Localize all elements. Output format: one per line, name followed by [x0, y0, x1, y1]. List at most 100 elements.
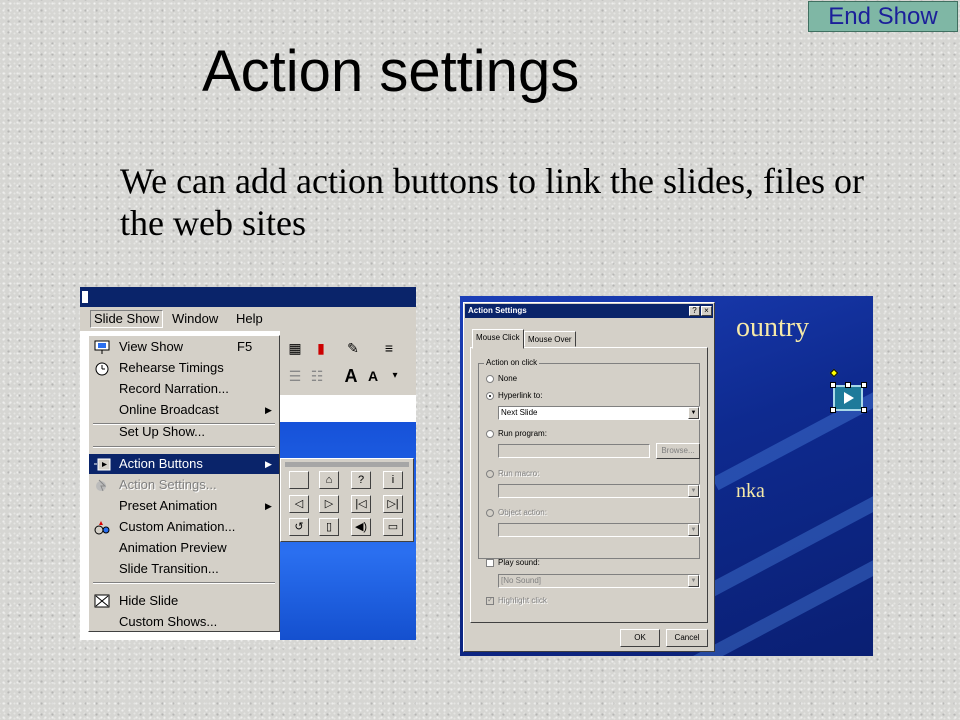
radio-object-action[interactable]: [486, 509, 494, 517]
menu-help[interactable]: Help: [236, 311, 263, 326]
action-button-end-icon[interactable]: ▷|: [383, 495, 403, 513]
increase-font-icon[interactable]: A: [340, 365, 362, 387]
slide-title: Action settings: [202, 39, 580, 104]
adjust-handle[interactable]: [829, 368, 839, 378]
numbering-icon[interactable]: ☰: [284, 365, 306, 387]
action-settings-screenshot: ountry nka Action Settings ? × Mouse Cli…: [460, 296, 873, 656]
line-spacing-icon[interactable]: ≡: [378, 337, 400, 359]
play-sound-label: Play sound:: [498, 558, 540, 567]
action-buttons-submenu: ⌂ ? i ◁ ▷ |◁ ▷| ↺ ▯ ◀) ▭: [280, 458, 414, 542]
menu-separator: [93, 446, 275, 448]
slide-show-menu: View Show F5 Rehearse Timings Record Nar…: [88, 335, 280, 632]
chevron-down-icon: ▼: [688, 524, 699, 536]
menu-item-animation-preview[interactable]: Animation Preview: [89, 538, 279, 558]
sound-select[interactable]: [No Sound] ▼: [498, 574, 700, 588]
menu-window[interactable]: Window: [172, 311, 218, 326]
resize-handle[interactable]: [861, 382, 867, 388]
radio-hyperlink-label: Hyperlink to:: [498, 391, 543, 400]
tab-mouse-over[interactable]: Mouse Over: [524, 331, 576, 347]
submenu-arrow-icon: ▶: [265, 501, 272, 511]
resize-handle[interactable]: [845, 382, 851, 388]
resize-handle[interactable]: [861, 407, 867, 413]
hyperlink-select[interactable]: Next Slide ▼: [498, 406, 700, 420]
action-button-document-icon[interactable]: ▯: [319, 518, 339, 536]
radio-none-label: None: [498, 374, 518, 383]
chart-icon[interactable]: ▮: [310, 337, 332, 359]
action-button-movie-icon[interactable]: ▭: [383, 518, 403, 536]
chevron-down-icon: ▼: [688, 485, 699, 497]
action-button-home-icon[interactable]: ⌂: [319, 471, 339, 489]
radio-run-macro[interactable]: [486, 470, 494, 478]
menu-item-record-narration[interactable]: Record Narration...: [89, 379, 279, 399]
action-button-forward-icon[interactable]: ▷: [319, 495, 339, 513]
highlight-click-checkbox[interactable]: [486, 595, 494, 605]
run-program-input[interactable]: [498, 444, 650, 458]
action-button-beginning-icon[interactable]: |◁: [351, 495, 371, 513]
cancel-button[interactable]: Cancel: [666, 629, 708, 647]
radio-object-action-label: Object action:: [498, 508, 547, 517]
action-button-custom-icon[interactable]: [289, 471, 309, 489]
menu-item-custom-animation[interactable]: Custom Animation...: [89, 517, 279, 537]
end-show-button[interactable]: End Show: [808, 1, 958, 32]
hide-slide-icon: [93, 593, 111, 609]
menu-item-hide-slide[interactable]: Hide Slide: [89, 591, 279, 611]
toolbar-grip[interactable]: [285, 462, 409, 467]
toolbar: ▦ ▮ ✎ ≡ ☰ ☷ A A ▾: [280, 331, 416, 395]
table-icon[interactable]: ▦: [284, 337, 306, 359]
object-action-select[interactable]: ▼: [498, 523, 700, 537]
tab-mouse-click[interactable]: Mouse Click: [472, 329, 524, 349]
action-settings-dialog: Action Settings ? × Mouse Click Mouse Ov…: [463, 302, 715, 652]
custom-animation-icon: [93, 519, 111, 535]
run-macro-select[interactable]: ▼: [498, 484, 700, 498]
action-button-information-icon[interactable]: i: [383, 471, 403, 489]
toolbar-more-icon[interactable]: ▾: [384, 365, 406, 387]
menu-item-custom-shows[interactable]: Custom Shows...: [89, 612, 279, 632]
menu-item-action-buttons[interactable]: Action Buttons ▶: [89, 454, 279, 474]
chevron-down-icon: ▼: [688, 407, 699, 419]
menu-item-online-broadcast[interactable]: Online Broadcast ▶: [89, 400, 279, 420]
radio-none[interactable]: [486, 375, 494, 383]
action-button-back-icon[interactable]: ◁: [289, 495, 309, 513]
group-label: Action on click: [484, 358, 540, 367]
action-settings-icon: [93, 477, 111, 493]
radio-run-macro-label: Run macro:: [498, 469, 540, 478]
play-sound-checkbox[interactable]: [486, 559, 494, 567]
submenu-arrow-icon: ▶: [265, 405, 272, 415]
clipart-icon[interactable]: ✎: [342, 337, 364, 359]
submenu-arrow-icon: ▶: [265, 459, 272, 469]
action-button-return-icon[interactable]: ↺: [289, 518, 309, 536]
menubar: Slide Show Window Help: [80, 307, 416, 331]
browse-button[interactable]: Browse...: [656, 443, 700, 459]
radio-run-program[interactable]: [486, 430, 494, 438]
menu-item-set-up-show[interactable]: Set Up Show...: [89, 422, 279, 442]
menu-item-action-settings[interactable]: Action Settings...: [89, 475, 279, 495]
menu-slide-show[interactable]: Slide Show: [90, 310, 164, 328]
chevron-down-icon: ▼: [688, 575, 699, 587]
action-buttons-icon: [93, 456, 111, 472]
radio-run-program-label: Run program:: [498, 429, 547, 438]
help-button[interactable]: ?: [689, 306, 700, 316]
slide-title-fragment: ountry: [736, 312, 810, 343]
window-titlebar: [80, 287, 416, 307]
resize-handle[interactable]: [830, 407, 836, 413]
decrease-font-icon[interactable]: A: [362, 365, 384, 387]
rehearse-icon: [93, 360, 111, 376]
bullets-icon[interactable]: ☷: [306, 365, 328, 387]
projector-icon: [93, 339, 111, 355]
slide-body-text: We can add action buttons to link the sl…: [120, 161, 864, 243]
menu-separator: [93, 582, 275, 584]
action-button-help-icon[interactable]: ?: [351, 471, 371, 489]
radio-hyperlink[interactable]: [486, 392, 494, 400]
ok-button[interactable]: OK: [620, 629, 660, 647]
close-button[interactable]: ×: [701, 306, 712, 316]
slide-decoration: [711, 355, 873, 491]
slide-show-menu-screenshot: Slide Show Window Help ▦ ▮ ✎ ≡ ☰ ☷ A A ▾…: [80, 287, 416, 640]
selected-action-button[interactable]: [833, 385, 863, 411]
resize-handle[interactable]: [830, 382, 836, 388]
menu-item-slide-transition[interactable]: Slide Transition...: [89, 559, 279, 579]
menu-item-preset-animation[interactable]: Preset Animation ▶: [89, 496, 279, 516]
menu-item-view-show[interactable]: View Show F5: [89, 337, 279, 357]
menu-item-rehearse-timings[interactable]: Rehearse Timings: [89, 358, 279, 378]
action-button-sound-icon[interactable]: ◀): [351, 518, 371, 536]
dialog-title: Action Settings: [465, 304, 713, 318]
